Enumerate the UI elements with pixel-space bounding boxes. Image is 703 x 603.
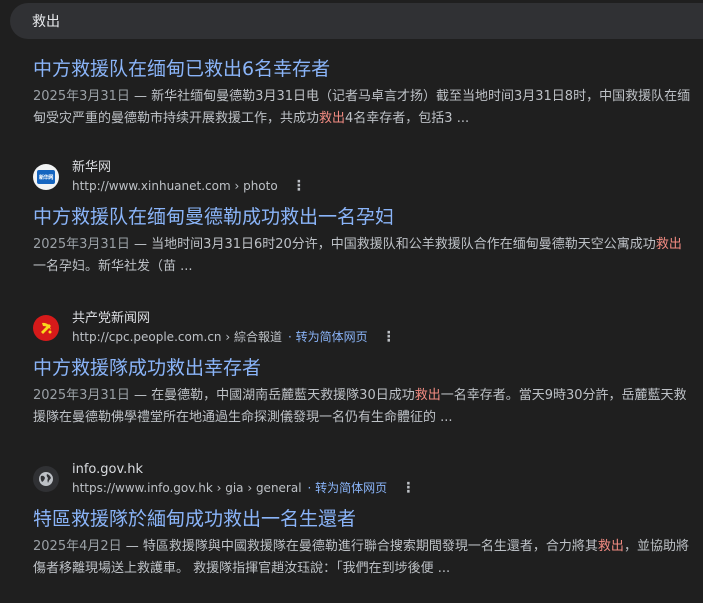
result-snippet: 2025年4月2日 — 特區救援隊與中國救援隊在曼德勒進行聯合搜索期間發現一名生… [33,539,689,576]
result-site-header[interactable]: 新华网 新华网 http://www.xinhuanet.com › photo… [33,158,693,196]
translate-simplified-link[interactable]: · 转为简体网页 [308,479,388,497]
search-query[interactable]: 救出 [32,11,60,31]
site-url: http://cpc.people.com.cn › 綜合報道 [72,330,282,344]
cpc-emblem-icon [33,315,59,341]
result-snippet: 2025年3月31日 — 当地时间3月31日6时20分许，中国救援队和公羊救援队… [33,237,682,274]
snippet-highlight: 救出 [655,237,682,252]
more-options-icon[interactable]: ⋮ [401,481,415,495]
globe-icon [33,466,59,492]
translate-simplified-link[interactable]: · 转为简体网页 [288,328,368,346]
more-options-icon[interactable]: ⋮ [292,179,306,193]
result-title-link[interactable]: 中方救援队在缅甸已救出6名幸存者 [33,56,693,82]
search-result: 共产党新闻网 http://cpc.people.com.cn › 綜合報道 ·… [33,309,693,429]
search-result: info.gov.hk https://www.info.gov.hk › gi… [33,460,693,580]
result-date: 2025年3月31日 [33,89,130,104]
site-name: 新华网 [72,160,112,175]
search-result: 中方救援队在缅甸已救出6名幸存者 2025年3月31日 — 新华社缅甸曼德勒3月… [33,56,693,130]
result-title-link[interactable]: 中方救援隊成功救出幸存者 [33,355,693,381]
search-bar[interactable]: 救出 [10,3,703,39]
result-snippet: 2025年3月31日 — 在曼德勒，中國湖南岳麓藍天救援隊30日成功救出一名幸存… [33,388,687,425]
snippet-highlight: 救出 [414,388,441,403]
result-title-link[interactable]: 中方救援队在缅甸曼德勒成功救出一名孕妇 [33,204,693,230]
result-snippet: 2025年3月31日 — 新华社缅甸曼德勒3月31日电（记者马卓言才扬）截至当地… [33,89,691,126]
result-site-header[interactable]: 共产党新闻网 http://cpc.people.com.cn › 綜合報道 ·… [33,309,693,347]
site-name: 共产党新闻网 [72,311,151,326]
xinhua-logo-icon: 新华网 [33,164,59,190]
site-url: http://www.xinhuanet.com › photo [72,179,278,193]
snippet-highlight: 救出 [319,111,346,126]
search-result: 新华网 新华网 http://www.xinhuanet.com › photo… [33,158,693,278]
result-date: 2025年4月2日 [33,539,122,554]
site-name: info.gov.hk [72,462,144,477]
result-title-link[interactable]: 特區救援隊於緬甸成功救出一名生還者 [33,506,693,532]
result-date: 2025年3月31日 [33,237,130,252]
snippet-highlight: 救出 [597,539,624,554]
result-site-header[interactable]: info.gov.hk https://www.info.gov.hk › gi… [33,460,693,498]
result-date: 2025年3月31日 [33,388,130,403]
site-url: https://www.info.gov.hk › gia › general [72,481,302,495]
more-options-icon[interactable]: ⋮ [382,330,396,344]
